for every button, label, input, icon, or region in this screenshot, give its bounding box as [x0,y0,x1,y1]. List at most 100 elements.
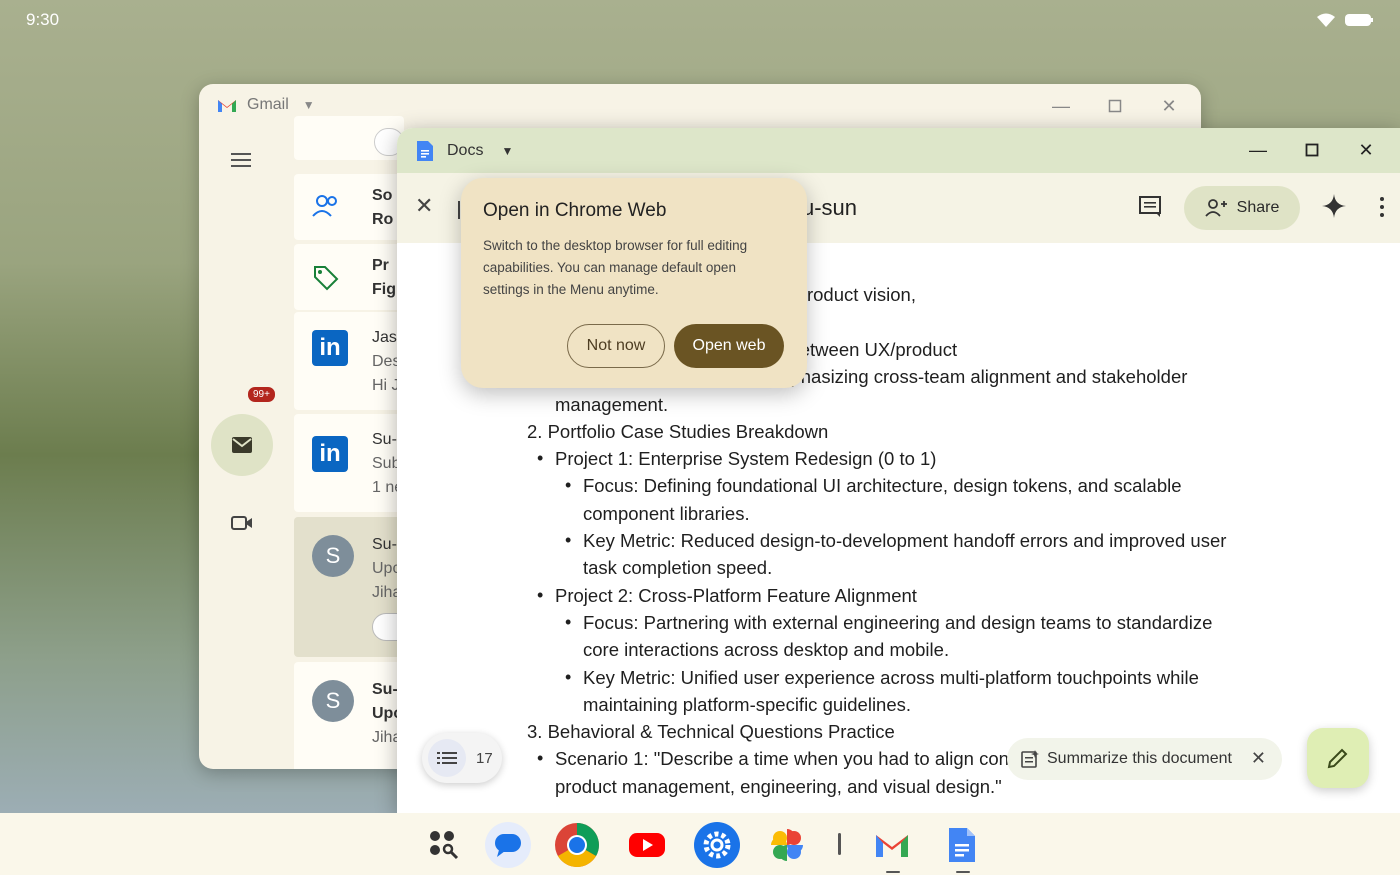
mail-sender: Su- [372,681,398,698]
open-in-chrome-popup: Open in Chrome Web Switch to the desktop… [461,178,807,388]
mail-snippet: Hi J [372,377,400,394]
list-icon [428,739,466,777]
list-bullet: • [537,448,544,469]
chrome-icon[interactable] [554,822,600,868]
people-icon [312,195,337,217]
avatar: S [312,535,354,577]
comment-icon[interactable] [1138,195,1162,219]
summarize-label: Summarize this document [1047,750,1232,767]
app-drawer-icon[interactable] [421,822,467,868]
mail-icon [232,437,252,453]
docs-running-indicator [956,871,970,873]
docs-titlebar[interactable]: Docs ▼ — ✕ [397,128,1400,173]
docs-window-controls: — ✕ [1246,138,1378,162]
doc-line: product management, engineering, and vis… [555,775,1002,797]
doc-line: component libraries. [583,502,750,524]
list-item[interactable]: S Su- Upc Jiha [294,517,404,657]
chevron-down-icon[interactable]: ▼ [303,98,315,112]
close-doc-icon[interactable]: ✕ [415,193,433,219]
avatar: S [312,680,354,722]
doc-line: Project 1: Enterprise System Redesign (0… [555,448,937,470]
mail-sender: Su- [372,536,397,553]
doc-title[interactable]: u-sun [802,195,857,221]
linkedin-icon: in [312,330,348,366]
dismiss-summarize-icon[interactable]: ✕ [1251,748,1266,769]
outline-button[interactable]: 17 [422,733,502,783]
doc-line: Focus: Partnering with external engineer… [583,611,1213,633]
youtube-icon[interactable] [624,822,670,868]
battery-icon [1345,14,1373,26]
doc-line: Focus: Defining foundational UI architec… [583,475,1182,497]
list-bullet: • [565,475,572,496]
minimize-icon[interactable]: — [1246,138,1270,162]
mail-subject: Fig [372,281,396,298]
gmail-taskbar-icon[interactable] [869,822,915,868]
status-time: 9:30 [26,10,60,29]
not-now-button[interactable]: Not now [567,324,665,368]
list-bullet: • [565,530,572,550]
doc-line: 3. Behavioral & Technical Questions Prac… [527,721,895,743]
mail-sender: Su- [372,431,397,448]
summarize-icon [1021,750,1039,768]
list-bullet: • [565,611,572,632]
open-web-button[interactable]: Open web [674,324,784,368]
list-item[interactable]: Pr Fig [294,244,404,310]
video-icon[interactable] [231,514,253,532]
outline-count: 17 [476,749,493,767]
doc-line: 2. Portfolio Case Studies Breakdown [527,420,829,442]
share-button[interactable]: Share [1184,186,1300,230]
gemini-sparkle-icon[interactable] [1321,193,1347,219]
mail-nav-button[interactable] [211,414,273,476]
gmail-logo-icon [218,100,236,112]
linkedin-icon: in [312,436,348,472]
summarize-chip[interactable]: Summarize this document ✕ [1007,738,1282,780]
settings-icon[interactable] [694,822,740,868]
chevron-down-icon[interactable]: ▼ [501,144,513,158]
list-bullet: • [537,584,544,605]
messages-icon[interactable] [485,822,531,868]
gmail-nav-rail [199,126,294,769]
menu-icon[interactable] [231,152,253,168]
doc-line: maintaining platform-specific guidelines… [583,693,912,715]
gmail-app-name: Gmail [247,96,289,113]
list-bullet: • [565,666,572,687]
list-item[interactable]: in Jas Des Hi J [294,312,404,410]
share-label: Share [1236,199,1280,216]
mail-sender: Jas [372,329,397,346]
doc-line: Project 2: Cross-Platform Feature Alignm… [555,584,917,606]
doc-line: management. [555,393,669,415]
close-icon[interactable]: ✕ [1354,138,1378,162]
popup-title: Open in Chrome Web [483,200,667,221]
more-options-icon[interactable] [1380,197,1384,217]
doc-line: Key Metric: Unified user experience acro… [583,666,1199,688]
list-item[interactable]: So Ro [294,174,404,240]
mail-sender: So [372,187,393,204]
list-bullet: • [537,748,544,769]
tag-icon [314,266,339,291]
gmail-running-indicator [886,871,900,873]
doc-line: core interactions across desktop and mob… [583,639,950,661]
edit-button[interactable] [1307,728,1369,788]
doc-line: Key Metric: Reduced design-to-developmen… [583,530,1227,551]
status-icons [1316,12,1374,28]
minimize-icon[interactable]: — [1049,94,1073,118]
pencil-icon [1327,748,1348,769]
mail-sender: Pr [372,257,389,274]
maximize-icon[interactable] [1103,94,1127,118]
maximize-icon[interactable] [1300,138,1324,162]
add-person-icon [1204,199,1227,217]
docs-taskbar-icon[interactable] [939,822,985,868]
docs-logo-icon [417,140,433,161]
list-item[interactable]: S Su- Upc Jiha [294,662,404,769]
list-item[interactable] [294,116,404,160]
unread-badge: 99+ [246,385,277,404]
gmail-window-controls: — ✕ [1049,94,1181,118]
doc-line: Scenario 1: "Describe a time when you ha… [555,748,1032,770]
close-icon[interactable]: ✕ [1157,94,1181,118]
mail-list: So Ro Pr Fig in Jas Des Hi J in Su- Sub 1 ne S… [294,116,404,769]
docs-app-name: Docs [447,141,484,159]
list-item[interactable]: in Su- Sub 1 ne [294,414,404,512]
popup-body: Switch to the desktop browser for full e… [483,238,748,297]
photos-icon[interactable] [764,822,810,868]
wifi-icon [1317,13,1335,27]
